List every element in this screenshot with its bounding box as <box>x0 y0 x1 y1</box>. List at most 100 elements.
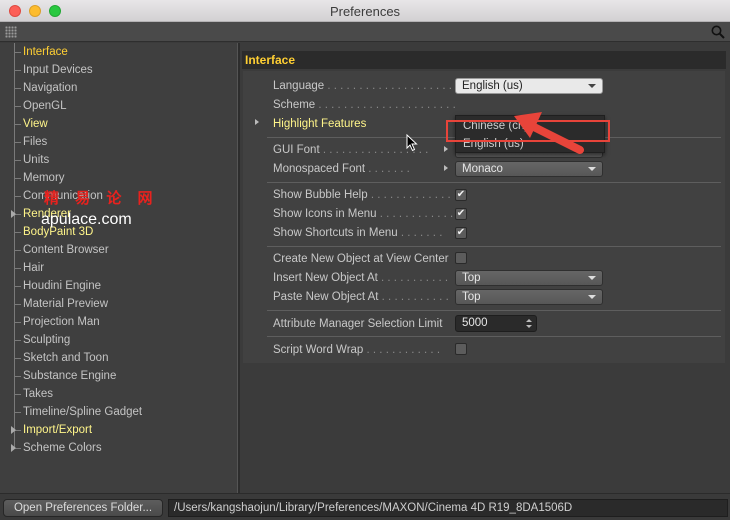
sidebar-item-label: Content Browser <box>23 244 109 256</box>
main-panel: Interface Language . . . . . . . . . . .… <box>240 43 730 493</box>
sidebar-item-label: OpenGL <box>23 100 67 112</box>
scheme-label: Scheme . . . . . . . . . . . . . . . . .… <box>273 99 456 111</box>
expand-arrow-icon[interactable] <box>11 444 16 452</box>
sidebar-item-material-preview[interactable]: Material Preview <box>0 295 237 313</box>
sidebar-item-view[interactable]: View <box>0 115 237 133</box>
sidebar-item-label: Units <box>23 154 50 166</box>
create-new-object-checkbox[interactable] <box>455 252 467 264</box>
sidebar-item-houdini-engine[interactable]: Houdini Engine <box>0 277 237 295</box>
sidebar-item-timeline-spline-gadget[interactable]: Timeline/Spline Gadget <box>0 403 237 421</box>
tree-line <box>14 358 21 359</box>
tree-line <box>14 340 21 341</box>
sidebar-item-scheme-colors[interactable]: Scheme Colors <box>0 439 237 457</box>
grip-icon[interactable] <box>5 26 17 38</box>
sidebar-item-navigation[interactable]: Navigation <box>0 79 237 97</box>
separator <box>267 336 721 337</box>
bottom-bar: Open Preferences Folder... /Users/kangsh… <box>0 493 730 520</box>
create-new-object-label: Create New Object at View Center <box>273 253 449 265</box>
mouse-cursor-icon <box>406 134 418 152</box>
language-select[interactable]: English (us) <box>455 78 603 94</box>
tree-line <box>14 376 21 377</box>
expand-arrow-icon[interactable] <box>11 210 16 218</box>
highlight-features-label[interactable]: Highlight Features <box>273 116 366 132</box>
sidebar-item-label: View <box>23 118 48 130</box>
sidebar-item-label: Memory <box>23 172 65 184</box>
sidebar-item-takes[interactable]: Takes <box>0 385 237 403</box>
tree-line <box>14 160 21 161</box>
sidebar-item-label: Scheme Colors <box>23 442 102 454</box>
script-word-wrap-checkbox[interactable] <box>455 343 467 355</box>
tree-line <box>14 232 21 233</box>
chevron-down-icon <box>588 167 596 171</box>
tree-line <box>14 142 21 143</box>
tree-line <box>14 412 21 413</box>
separator <box>267 310 721 311</box>
sidebar-item-label: Projection Man <box>23 316 100 328</box>
sidebar-item-label: Hair <box>23 262 45 274</box>
icons-in-menu-checkbox[interactable]: ✔ <box>455 208 467 220</box>
expand-arrow-icon[interactable] <box>444 165 448 171</box>
expand-arrow-icon[interactable] <box>444 146 448 152</box>
toolbar <box>0 22 730 42</box>
settings-panel: Language . . . . . . . . . . . . . . . .… <box>243 71 725 363</box>
separator <box>267 246 721 247</box>
sidebar-item-sketch-and-toon[interactable]: Sketch and Toon <box>0 349 237 367</box>
shortcuts-in-menu-label: Show Shortcuts in Menu . . . . . . . <box>273 227 443 239</box>
insert-new-object-label: Insert New Object At . . . . . . . . . .… <box>273 272 449 284</box>
bubble-help-label: Show Bubble Help . . . . . . . . . . . .… <box>273 189 451 201</box>
tree-line <box>14 250 21 251</box>
sidebar-item-label: Timeline/Spline Gadget <box>23 406 143 418</box>
tree-line <box>14 394 21 395</box>
sidebar-item-label: Interface <box>23 46 68 58</box>
sidebar-item-label: Input Devices <box>23 64 93 76</box>
sidebar-item-input-devices[interactable]: Input Devices <box>0 61 237 79</box>
sidebar-item-import-export[interactable]: Import/Export <box>0 421 237 439</box>
expand-arrow-icon[interactable] <box>11 426 16 434</box>
gui-font-label: GUI Font . . . . . . . . . . . . . . . .… <box>273 144 429 156</box>
sidebar-item-label: Navigation <box>23 82 78 94</box>
bubble-help-checkbox[interactable]: ✔ <box>455 189 467 201</box>
sidebar-item-content-browser[interactable]: Content Browser <box>0 241 237 259</box>
search-icon[interactable] <box>710 24 726 40</box>
sidebar-item-units[interactable]: Units <box>0 151 237 169</box>
spin-down-icon[interactable] <box>526 325 532 328</box>
sidebar-item-label: Import/Export <box>23 424 93 436</box>
script-word-wrap-label: Script Word Wrap . . . . . . . . . . . . <box>273 344 441 356</box>
sidebar-item-label: Sketch and Toon <box>23 352 109 364</box>
mono-font-label: Monospaced Font . . . . . . . <box>273 163 410 175</box>
sidebar-item-projection-man[interactable]: Projection Man <box>0 313 237 331</box>
sidebar-item-label: Files <box>23 136 48 148</box>
chevron-down-icon <box>588 276 596 280</box>
expand-arrow-icon[interactable] <box>255 119 259 125</box>
separator <box>267 182 721 183</box>
sidebar-item-memory[interactable]: Memory <box>0 169 237 187</box>
sidebar-item-label: Material Preview <box>23 298 108 310</box>
watermark-cn: 精 易 论 网 <box>44 190 159 207</box>
tree-line <box>14 70 21 71</box>
sidebar-item-hair[interactable]: Hair <box>0 259 237 277</box>
tree-line <box>14 286 21 287</box>
annotation-arrow-icon <box>514 112 584 154</box>
tree-line <box>14 196 21 197</box>
sidebar-item-files[interactable]: Files <box>0 133 237 151</box>
sidebar-item-label: Sculpting <box>23 334 71 346</box>
paste-new-object-select[interactable]: Top <box>455 289 603 305</box>
icons-in-menu-label: Show Icons in Menu . . . . . . . . . . .… <box>273 208 454 220</box>
tree-line <box>14 268 21 269</box>
tree-line <box>14 322 21 323</box>
open-preferences-folder-button[interactable]: Open Preferences Folder... <box>3 499 163 517</box>
preferences-path-field[interactable]: /Users/kangshaojun/Library/Preferences/M… <box>168 499 728 517</box>
sidebar-item-label: Takes <box>23 388 54 400</box>
sidebar-item-sculpting[interactable]: Sculpting <box>0 331 237 349</box>
chevron-down-icon <box>588 84 596 88</box>
sidebar-item-substance-engine[interactable]: Substance Engine <box>0 367 237 385</box>
sidebar-item-opengl[interactable]: OpenGL <box>0 97 237 115</box>
sidebar-item-label: Substance Engine <box>23 370 117 382</box>
shortcuts-in-menu-checkbox[interactable]: ✔ <box>455 227 467 239</box>
sidebar-item-interface[interactable]: Interface <box>0 43 237 61</box>
paste-new-object-label: Paste New Object At . . . . . . . . . . … <box>273 291 449 303</box>
insert-new-object-select[interactable]: Top <box>455 270 603 286</box>
attr-manager-limit-label: Attribute Manager Selection Limit <box>273 318 443 330</box>
attr-manager-limit-input[interactable]: 5000 <box>455 315 537 332</box>
spin-up-icon[interactable] <box>526 319 532 322</box>
